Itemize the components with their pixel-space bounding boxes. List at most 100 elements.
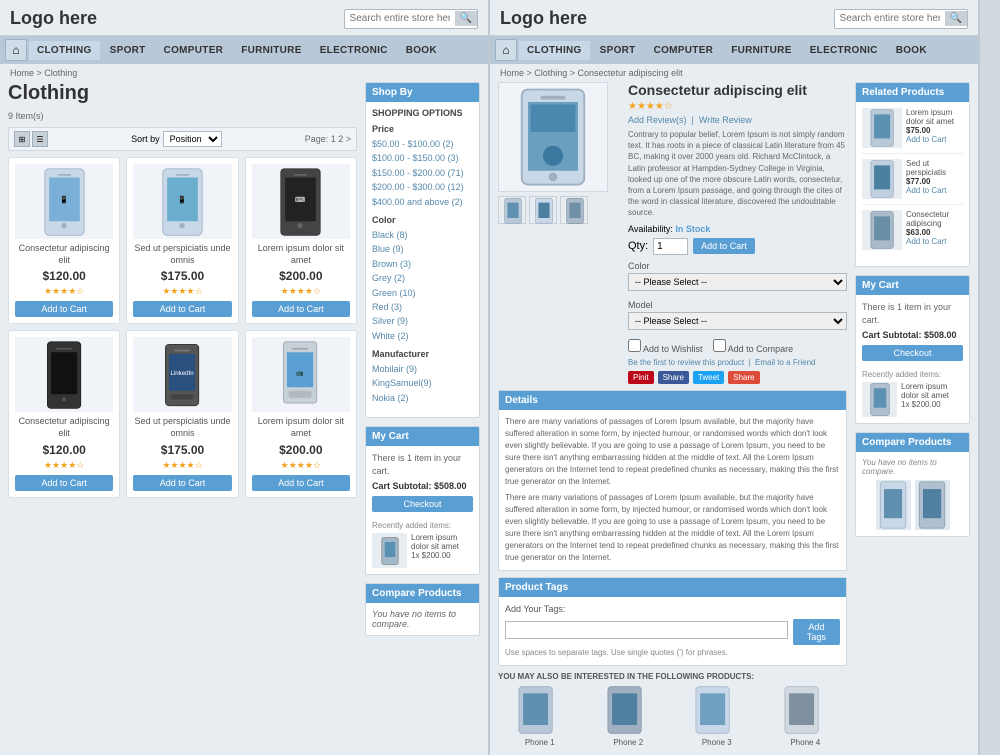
right-compare-empty: You have no items to compare. <box>862 458 963 476</box>
left-search-bar[interactable]: 🔍 <box>344 9 478 29</box>
right-search-input[interactable] <box>835 11 945 26</box>
right-nav-book[interactable]: BOOK <box>888 41 935 60</box>
right-add-tags-btn[interactable]: Add Tags <box>793 619 840 645</box>
right-details-body: There are many variations of passages of… <box>499 410 846 570</box>
right-home-icon[interactable]: ⌂ <box>495 39 517 61</box>
right-wishlist-checkbox[interactable] <box>628 339 641 352</box>
left-product-1-add-btn[interactable]: Add to Cart <box>15 301 113 317</box>
right-compare-check[interactable]: Add to Compare <box>713 339 794 354</box>
left-nav-clothing[interactable]: CLOTHING <box>29 41 100 60</box>
left-product-1: 📱 Consectetur adipiscing elit $120.00 ★★… <box>8 157 120 324</box>
right-related-2-add[interactable]: Add to Cart <box>906 186 946 195</box>
left-product-2-add-btn[interactable]: Add to Cart <box>133 301 231 317</box>
left-color-link-6[interactable]: Silver (9) <box>372 314 473 328</box>
left-recent-item-qty: 1x $200.00 <box>411 551 473 560</box>
left-grid-view-icon[interactable]: ⊞ <box>14 131 30 147</box>
left-nav: ⌂ CLOTHING SPORT COMPUTER FURNITURE ELEC… <box>0 36 488 64</box>
left-color-link-3[interactable]: Grey (2) <box>372 271 473 285</box>
right-search-bar[interactable]: 🔍 <box>834 9 968 29</box>
left-recent-item: Lorem ipsum dolor sit amet 1x $200.00 <box>372 533 473 568</box>
right-nav-sport[interactable]: SPORT <box>592 41 644 60</box>
right-detail-checkboxes: Add to Wishlist Add to Compare <box>628 339 847 354</box>
left-recently-added: Recently added items: Lorem ipsum dolor … <box>372 521 473 568</box>
right-first-review-link[interactable]: Be the first to review this product <box>628 358 744 367</box>
left-product-2: 📱 Sed ut perspiciatis unde omnis $175.00… <box>126 157 238 324</box>
left-nav-book[interactable]: BOOK <box>398 41 445 60</box>
right-thumb-2[interactable] <box>529 196 557 224</box>
right-tags-body: Add Your Tags: Add Tags Use spaces to se… <box>499 597 846 666</box>
right-related-3-info: Consectetur adipiscing $63.00 Add to Car… <box>906 210 963 246</box>
right-related-1-price: $75.00 <box>906 126 963 135</box>
left-page-title: Clothing <box>8 82 357 107</box>
left-checkout-btn[interactable]: Checkout <box>372 496 473 512</box>
left-cart-text: There is 1 item in your cart. <box>372 452 473 477</box>
right-color-select[interactable]: -- Please Select -- <box>628 273 847 291</box>
left-nav-sport[interactable]: SPORT <box>102 41 154 60</box>
left-color-link-0[interactable]: Black (8) <box>372 228 473 242</box>
left-list-view-icon[interactable]: ☰ <box>32 131 48 147</box>
right-nav-clothing[interactable]: CLOTHING <box>519 41 590 60</box>
left-color-link-5[interactable]: Red (3) <box>372 300 473 314</box>
left-nav-computer[interactable]: COMPUTER <box>156 41 232 60</box>
left-price-link-3[interactable]: $200.00 - $300.00 (12) <box>372 180 473 194</box>
left-nav-electronic[interactable]: ELECTRONIC <box>312 41 396 60</box>
left-product-3-add-btn[interactable]: Add to Cart <box>252 301 350 317</box>
left-product-4-add-btn[interactable]: Add to Cart <box>15 475 113 491</box>
right-add-review-link[interactable]: Add Review(s) <box>628 115 687 125</box>
left-price-link-1[interactable]: $100.00 - $150.00 (3) <box>372 151 473 165</box>
right-nav-furniture[interactable]: FURNITURE <box>723 41 799 60</box>
left-product-4-price: $120.00 <box>15 443 113 457</box>
right-thumb-1[interactable] <box>498 196 526 224</box>
left-color-link-7[interactable]: White (2) <box>372 329 473 343</box>
right-also-1-img <box>498 685 582 735</box>
right-also-2-img <box>587 685 671 735</box>
right-write-review-link[interactable]: Write Review <box>699 115 752 125</box>
left-recent-item-name: Lorem ipsum dolor sit amet <box>411 533 473 551</box>
left-price-link-2[interactable]: $150.00 - $200.00 (71) <box>372 166 473 180</box>
right-nav-electronic[interactable]: ELECTRONIC <box>802 41 886 60</box>
left-search-button[interactable]: 🔍 <box>455 11 477 26</box>
right-nav-computer[interactable]: COMPUTER <box>646 41 722 60</box>
right-tags-input[interactable] <box>505 621 788 639</box>
left-cart-widget: My Cart There is 1 item in your cart. Ca… <box>365 426 480 575</box>
left-price-link-0[interactable]: $50.00 - $100.00 (2) <box>372 137 473 151</box>
left-color-link-1[interactable]: Blue (9) <box>372 242 473 256</box>
right-wishlist-check[interactable]: Add to Wishlist <box>628 339 703 354</box>
left-color-title: Color <box>372 215 473 225</box>
right-thumb-3[interactable] <box>560 196 588 224</box>
left-sort-select[interactable]: Position <box>163 131 222 147</box>
left-mfr-link-0[interactable]: Mobilair (9) <box>372 362 473 376</box>
right-facebook-btn[interactable]: Share <box>658 371 689 384</box>
left-product-6-add-btn[interactable]: Add to Cart <box>252 475 350 491</box>
right-pinterest-btn[interactable]: Pinit <box>628 371 654 384</box>
right-qty-input[interactable] <box>653 238 688 255</box>
right-search-button[interactable]: 🔍 <box>945 11 967 26</box>
right-also-section: YOU MAY ALSO BE INTERESTED IN THE FOLLOW… <box>498 672 847 747</box>
left-color-link-2[interactable]: Brown (3) <box>372 257 473 271</box>
left-shopby-widget: Shop By SHOPPING OPTIONS Price $50.00 - … <box>365 82 480 418</box>
left-mfr-link-1[interactable]: KingSamuel(9) <box>372 376 473 390</box>
right-related-1-name: Lorem ipsum dolor sit amet <box>906 108 963 126</box>
left-manufacturer-filter: Manufacturer Mobilair (9) KingSamuel(9) … <box>372 349 473 405</box>
right-also-2: Phone 2 <box>587 685 671 747</box>
left-search-input[interactable] <box>345 11 455 26</box>
left-price-link-4[interactable]: $400.00 and above (2) <box>372 195 473 209</box>
right-compare-checkbox[interactable] <box>713 339 726 352</box>
left-nav-furniture[interactable]: FURNITURE <box>233 41 309 60</box>
left-product-5-add-btn[interactable]: Add to Cart <box>133 475 231 491</box>
right-add-to-cart-btn[interactable]: Add to Cart <box>693 238 755 254</box>
right-related-1-add[interactable]: Add to Cart <box>906 135 946 144</box>
left-home-icon[interactable]: ⌂ <box>5 39 27 61</box>
left-mfr-link-2[interactable]: Nokia (2) <box>372 391 473 405</box>
right-checkout-btn[interactable]: Checkout <box>862 345 963 361</box>
right-email-friend-link[interactable]: Email to a Friend <box>755 358 815 367</box>
right-breadcrumb: Home > Clothing > Consectetur adipiscing… <box>490 64 978 82</box>
right-model-select[interactable]: -- Please Select -- <box>628 312 847 330</box>
right-gplus-btn[interactable]: Share <box>728 371 759 384</box>
right-twitter-btn[interactable]: Tweet <box>693 371 724 384</box>
right-detail-info: Consectetur adipiscing elit ★★★★☆ Add Re… <box>628 82 847 384</box>
right-related-3-add[interactable]: Add to Cart <box>906 237 946 246</box>
left-page: Logo here 🔍 ⌂ CLOTHING SPORT COMPUTER FU… <box>0 0 490 755</box>
right-also-1-name: Phone 1 <box>498 738 582 747</box>
left-color-link-4[interactable]: Green (10) <box>372 286 473 300</box>
